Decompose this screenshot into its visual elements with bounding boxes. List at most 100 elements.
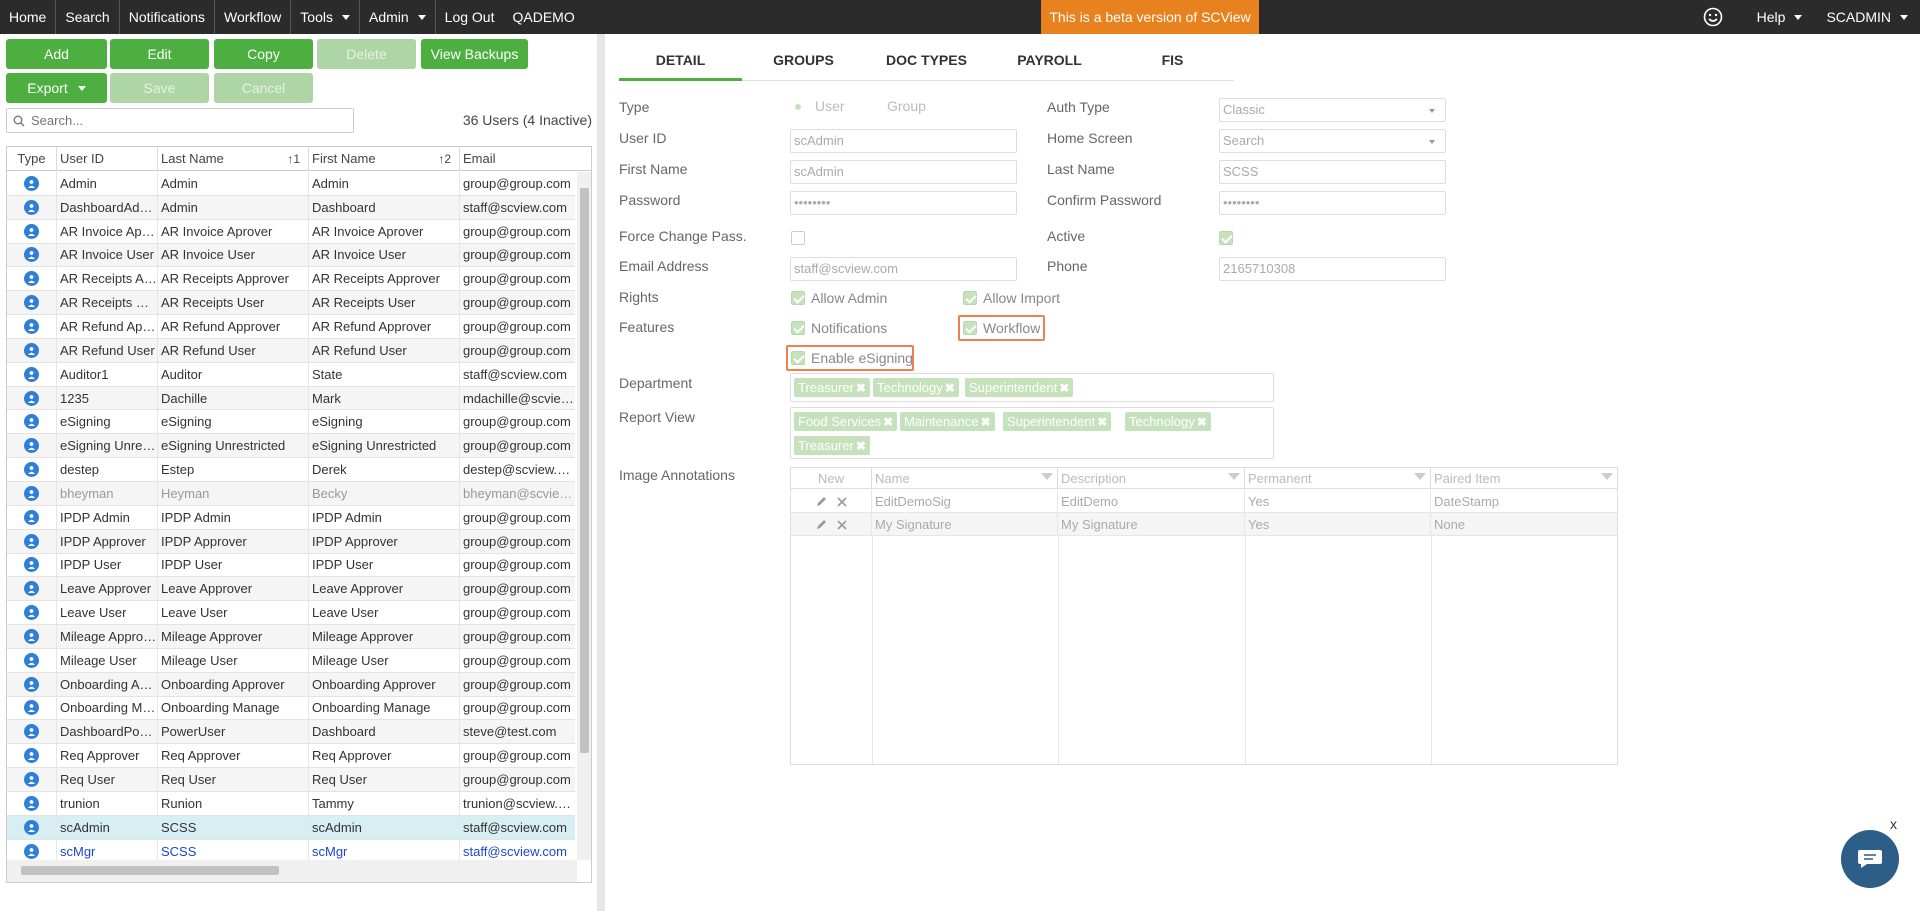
allow-admin-checkbox[interactable] [791,291,805,305]
table-row[interactable]: AR Receipts User AR Receipts User AR Recei… [7,291,575,316]
nav-search[interactable]: Search [56,0,120,34]
save-button[interactable]: Save [110,73,209,103]
confirm-password-field[interactable]: •••••••• [1219,191,1446,215]
force-change-checkbox[interactable] [791,231,805,245]
allow-import-checkbox[interactable] [963,291,977,305]
table-row[interactable]: DashboardPowerUserPowerUserDashboardstev… [7,720,575,745]
annotation-row[interactable]: EditDemoSig EditDemo Yes DateStamp [791,490,1617,513]
close-icon[interactable]: ✖ [980,415,990,429]
table-row[interactable]: Leave Approver Leave Approver Leave Approv… [7,577,575,602]
table-row[interactable]: Onboarding ManageOnboarding ManageOnboar… [7,696,575,721]
auth-type-select[interactable]: Classic [1219,98,1446,122]
vertical-scrollbar[interactable] [577,172,591,860]
ann-col-new[interactable]: New [791,468,872,489]
copy-button[interactable]: Copy [214,39,313,69]
col-last-name[interactable]: Last Name ↑1 [158,147,309,171]
edit-pencil-icon[interactable] [816,496,827,507]
filter-icon[interactable] [1041,473,1053,480]
home-screen-select[interactable]: Search [1219,129,1446,153]
tab-groups[interactable]: GROUPS [742,47,865,81]
nav-logout[interactable]: Log Out [436,0,504,34]
scroll-thumb[interactable] [21,866,279,875]
tab-payroll[interactable]: PAYROLL [988,47,1111,81]
table-row[interactable]: eSigning UnrestrictedeSigning Unrestrict… [7,434,575,459]
table-row[interactable]: Mileage User Mileage User Mileage User grou… [7,648,575,673]
workflow-checkbox[interactable] [963,321,977,335]
col-user-id[interactable]: User ID [57,147,158,171]
panel-divider[interactable] [597,34,605,911]
table-row[interactable]: Onboarding ApproverOnboarding ApproverOn… [7,672,575,697]
table-row[interactable]: IPDP User IPDP User IPDP User group@group.c… [7,553,575,578]
export-button[interactable]: Export [6,73,107,103]
table-row[interactable]: Req User Req User Req User group@group.com [7,768,575,792]
cancel-button[interactable]: Cancel [214,73,313,103]
filter-icon[interactable] [1414,473,1426,480]
delete-button[interactable]: Delete [317,39,416,69]
tab-fis[interactable]: FIS [1111,47,1234,81]
user-id-field[interactable]: scAdmin [790,129,1017,153]
add-button[interactable]: Add [6,39,107,69]
table-row[interactable]: scAdmin SCSS scAdmin staff@scview.com [7,815,575,840]
tab-doc-types[interactable]: DOC TYPES [865,47,988,81]
user-menu[interactable]: SCADMIN [1814,0,1920,34]
table-row[interactable]: DashboardAdmin Admin Dashboard staff@scview… [7,195,575,220]
table-row[interactable]: Auditor1 Auditor State staff@scview.com [7,362,575,387]
table-row[interactable]: IPDP Admin IPDP Admin IPDP Admin group@grou… [7,505,575,530]
ann-col-paired-item[interactable]: Paired Item [1431,468,1617,489]
nav-notifications[interactable]: Notifications [120,0,215,34]
nav-workflow[interactable]: Workflow [215,0,292,34]
chat-widget-button[interactable] [1841,830,1899,888]
table-row[interactable]: eSigning eSigning eSigning group@group.com [7,410,575,435]
close-icon[interactable]: ✖ [1097,415,1107,429]
table-row[interactable]: Mileage Approver Mileage Approver Mileage … [7,624,575,649]
table-row[interactable]: destep Estep Derek destep@scview.com [7,458,575,482]
delete-x-icon[interactable] [836,496,847,507]
department-tags[interactable]: Treasurer ✖ Technology ✖ Superintendent ✖ [790,373,1274,402]
table-row[interactable]: AR Refund User AR Refund User AR Refund Us… [7,338,575,363]
ann-col-description[interactable]: Description [1058,468,1245,489]
close-icon[interactable]: ✖ [883,415,893,429]
view-backups-button[interactable]: View Backups [421,39,528,69]
table-row[interactable]: AR Invoice AproverAR Invoice AproverAR I… [7,219,575,244]
notifications-checkbox[interactable] [791,321,805,335]
phone-field[interactable]: 2165710308 [1219,257,1446,281]
tab-detail[interactable]: DETAIL [619,47,742,81]
nav-home[interactable]: Home [0,0,57,34]
scroll-thumb[interactable] [580,188,589,753]
close-icon[interactable]: ✖ [856,381,866,395]
filter-icon[interactable] [1601,473,1613,480]
table-row[interactable]: 1235DachilleMarkmdachille@scview.com [7,386,575,411]
smiley-feedback-icon[interactable] [1703,7,1723,27]
first-name-field[interactable]: scAdmin [790,160,1017,184]
last-name-field[interactable]: SCSS [1219,160,1446,184]
filter-icon[interactable] [1228,473,1240,480]
ann-col-name[interactable]: Name [872,468,1058,489]
password-field[interactable]: •••••••• [790,191,1017,215]
table-row[interactable]: AR Invoice User AR Invoice User AR Invoice… [7,243,575,268]
nav-admin[interactable]: Admin [360,0,436,34]
chat-close-button[interactable]: x [1890,816,1897,832]
table-row[interactable]: bheymanHeymanBeckybheyman@scview.com [7,481,575,506]
col-type[interactable]: Type [7,147,57,171]
horizontal-scrollbar[interactable] [7,860,577,882]
type-group-radio[interactable] [863,100,877,114]
table-row[interactable]: AR Receipts ApproverAR Receipts Approver… [7,267,575,292]
col-first-name[interactable]: First Name ↑2 [309,147,460,171]
table-row[interactable]: Leave User Leave User Leave User group@grou… [7,601,575,626]
annotation-row[interactable]: My Signature My Signature Yes None [791,513,1617,536]
active-checkbox[interactable] [1219,231,1233,245]
table-row[interactable]: Admin Admin Admin group@group.com [7,171,575,196]
table-row[interactable]: trunion Runion Tammy trunion@scview.com [7,791,575,816]
delete-x-icon[interactable] [836,519,847,530]
close-icon[interactable]: ✖ [1059,381,1069,395]
search-input[interactable] [31,113,331,128]
table-row[interactable]: AR Refund ApproverAR Refund ApproverAR R… [7,314,575,339]
ann-col-permanent[interactable]: Permanent [1245,468,1431,489]
col-email[interactable]: Email [460,147,591,171]
type-user-radio[interactable] [791,100,805,114]
table-row[interactable]: Req Approver Req Approver Req Approver grou… [7,744,575,769]
edit-pencil-icon[interactable] [816,519,827,530]
email-field[interactable]: staff@scview.com [790,257,1017,281]
esigning-checkbox[interactable] [791,351,805,365]
help-menu[interactable]: Help [1745,0,1815,34]
